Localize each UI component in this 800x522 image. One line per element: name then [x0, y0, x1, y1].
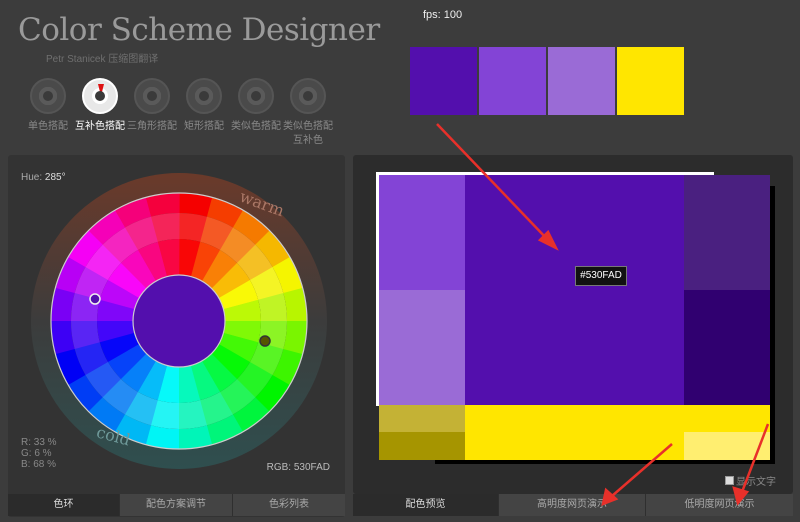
swatch-primary[interactable] [410, 47, 477, 115]
app-title: Color Scheme Designer [18, 12, 380, 48]
preview-cell [684, 290, 770, 405]
mode-triad[interactable]: 三角形搭配 [124, 78, 180, 134]
tab-scheme-adjust[interactable]: 配色方案调节 [120, 494, 233, 516]
mode-analogic[interactable]: 类似色搭配 [228, 78, 284, 134]
preview-cell [379, 290, 465, 405]
checkbox-icon[interactable] [725, 476, 734, 485]
color-wheel-panel: Hue: 285° warm cold R: 33 % G: 6 % B: 68… [8, 155, 345, 517]
mode-label: 矩形搭配 [184, 121, 224, 132]
preview-main-cell [465, 175, 684, 405]
mode-complement[interactable]: 互补色搭配 [72, 78, 128, 134]
preview-cell [465, 405, 684, 460]
triad-dial-icon [134, 78, 170, 114]
color-wheel[interactable]: warm cold [29, 171, 329, 471]
preview-cell [379, 432, 465, 460]
hex-tooltip: #530FAD [575, 266, 627, 286]
fps-counter: fps: 100 [423, 9, 463, 21]
tab-color-wheel[interactable]: 色环 [8, 494, 120, 516]
preview-cell [684, 175, 770, 290]
rgb-hex-readout: RGB: 530FAD [266, 462, 330, 473]
right-tabs: 配色预览 高明度网页演示 低明度网页演示 [353, 494, 793, 516]
show-text-label: 显示文字 [736, 477, 776, 488]
show-text-toggle[interactable]: 显示文字 [725, 473, 776, 488]
mode-accented-analogic[interactable]: 类似色搭配互补色 [280, 78, 336, 148]
mode-label: 类似色搭配 [231, 121, 281, 132]
mode-label: 互补色搭配 [75, 121, 125, 132]
palette-swatches [410, 47, 686, 115]
preview-cell [684, 405, 770, 432]
mode-mono[interactable]: 单色搭配 [20, 78, 76, 134]
swatch-secondary-2[interactable] [548, 47, 615, 115]
tab-dark-page-demo[interactable]: 低明度网页演示 [646, 494, 793, 516]
mono-dial-icon [30, 78, 66, 114]
scheme-mode-selector: 单色搭配 互补色搭配 三角形搭配 矩形搭配 类似色搭配 类似色搭配互补色 [20, 78, 340, 156]
rgb-r: R: 33 % [21, 437, 57, 448]
preview-cell [379, 175, 465, 290]
preview-cell [684, 432, 770, 460]
app-window: Color Scheme Designer Petr Stanicek 压缩图翻… [0, 0, 800, 522]
mode-label: 单色搭配 [28, 121, 68, 132]
accented-analogic-dial-icon [290, 78, 326, 114]
center-color-disc [132, 274, 226, 368]
complement-dial-icon [82, 78, 118, 114]
rgb-percentages: R: 33 % G: 6 % B: 68 % [21, 437, 57, 470]
tab-preview[interactable]: 配色预览 [353, 494, 499, 516]
tab-color-list[interactable]: 色彩列表 [233, 494, 345, 516]
analogic-dial-icon [238, 78, 274, 114]
left-tabs: 色环 配色方案调节 色彩列表 [8, 494, 345, 516]
tab-light-page-demo[interactable]: 高明度网页演示 [499, 494, 646, 516]
rgb-b: B: 68 % [21, 459, 57, 470]
mode-label: 类似色搭配互补色 [283, 121, 333, 146]
complement-hue-handle [259, 335, 271, 347]
preview-cell [379, 405, 465, 432]
swatch-complement[interactable] [617, 47, 684, 115]
app-subtitle: Petr Stanicek 压缩图翻译 [46, 54, 159, 65]
tetrad-dial-icon [186, 78, 222, 114]
mode-label: 三角形搭配 [127, 121, 177, 132]
primary-hue-handle[interactable] [89, 293, 101, 305]
swatch-secondary-1[interactable] [479, 47, 546, 115]
mode-tetrad[interactable]: 矩形搭配 [176, 78, 232, 134]
rgb-g: G: 6 % [21, 448, 52, 459]
